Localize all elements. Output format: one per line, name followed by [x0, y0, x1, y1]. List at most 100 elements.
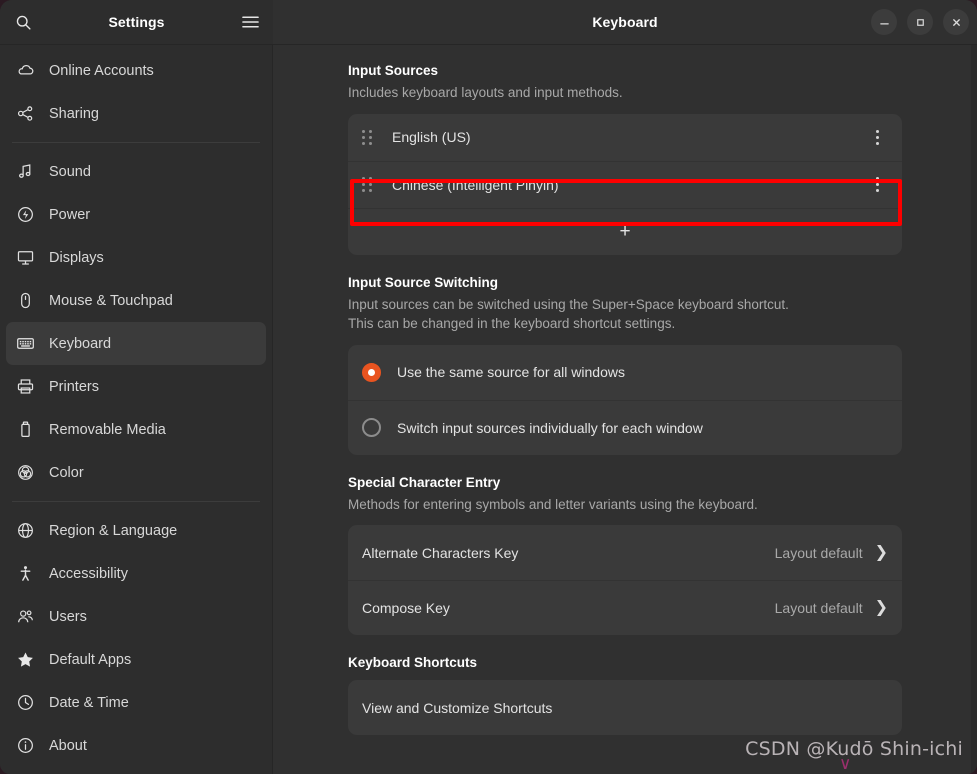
section-title: Special Character Entry [348, 474, 501, 490]
sidebar-item-label: Sharing [49, 105, 99, 122]
sidebar-item-keyboard[interactable]: Keyboard [6, 322, 266, 365]
settings-window: Settings Keyboard Online Accounts Sharin… [0, 0, 977, 774]
section-subtitle: Includes keyboard layouts and input meth… [348, 85, 623, 100]
sidebar-item-label: Displays [49, 249, 104, 266]
keyboard-shortcuts-card: View and Customize Shortcuts [348, 680, 902, 736]
watermark-text: CSDN @Kudō Shin-ichi [745, 738, 963, 760]
power-bolt-icon [16, 205, 35, 224]
input-source-switching-section: Input Source Switching Input sources can… [348, 275, 902, 455]
sidebar-item-displays[interactable]: Displays [6, 236, 266, 279]
row-alternate-characters-key[interactable]: Alternate Characters Key Layout default … [348, 525, 902, 580]
sidebar-item-about[interactable]: About [6, 724, 266, 767]
sidebar-item-sound[interactable]: Sound [6, 150, 266, 193]
share-nodes-icon [16, 104, 35, 123]
option-label: Use the same source for all windows [397, 364, 625, 381]
input-source-row-english[interactable]: English (US) [348, 114, 902, 161]
maximize-button[interactable] [907, 9, 933, 35]
sidebar-separator [12, 501, 260, 502]
window-headerbar: Settings Keyboard [0, 0, 977, 45]
main-headerbar: Keyboard [273, 0, 977, 45]
sidebar-item-label: Mouse & Touchpad [49, 292, 173, 309]
radio-selected-icon[interactable] [362, 362, 381, 382]
sidebar-item-color[interactable]: Color [6, 451, 266, 494]
clock-icon [16, 693, 35, 712]
section-title: Input Sources [348, 63, 439, 78]
window-controls [871, 9, 969, 35]
row-label: Alternate Characters Key [362, 544, 519, 561]
sidebar-item-removable-media[interactable]: Removable Media [6, 408, 266, 451]
sidebar-item-label: Sound [49, 163, 91, 180]
sidebar-item-online-accounts[interactable]: Online Accounts [6, 49, 266, 92]
input-sources-section: Input Sources Includes keyboard layouts … [348, 63, 902, 255]
music-note-icon [16, 162, 35, 181]
scrollbar-track[interactable] [971, 45, 977, 774]
close-button[interactable] [943, 9, 969, 35]
sidebar-headerbar: Settings [0, 0, 273, 45]
radio-unselected-icon[interactable] [362, 418, 381, 438]
section-subtitle: Input sources can be switched using the … [348, 295, 902, 334]
cloud-icon [16, 61, 35, 80]
mouse-icon [16, 291, 35, 310]
drag-handle-icon[interactable] [362, 129, 376, 145]
subtitle-line-2: This can be changed in the keyboard shor… [348, 316, 676, 332]
input-sources-card: English (US) Chinese (Intelligent Pinyin… [348, 113, 902, 255]
chevron-right-icon: ❯ [874, 543, 888, 561]
info-circle-icon [16, 736, 35, 755]
sidebar-separator [12, 142, 260, 143]
keyboard-settings-panel: Input Sources Includes keyboard layouts … [273, 45, 977, 774]
drag-handle-icon[interactable] [362, 177, 376, 193]
sidebar-item-printers[interactable]: Printers [6, 365, 266, 408]
star-icon [16, 650, 35, 669]
add-input-source-button[interactable]: + [348, 207, 902, 255]
row-value: Layout default [774, 544, 863, 561]
watermark-caret-icon: ∨ [839, 754, 852, 773]
more-options-icon[interactable] [866, 122, 888, 152]
sidebar-item-power[interactable]: Power [6, 193, 266, 236]
sidebar-item-label: About [49, 737, 87, 754]
sidebar-item-label: Power [49, 206, 91, 223]
chevron-right-icon: ❯ [874, 599, 888, 617]
hamburger-menu-icon[interactable] [233, 5, 267, 39]
settings-sidebar[interactable]: Online Accounts Sharing Sound Power Disp… [0, 45, 273, 774]
sidebar-item-sharing[interactable]: Sharing [6, 92, 266, 135]
input-source-label: English (US) [392, 129, 471, 146]
option-switch-individually[interactable]: Switch input sources individually for ea… [348, 399, 902, 455]
keyboard-icon [16, 334, 35, 353]
sidebar-item-default-apps[interactable]: Default Apps [6, 638, 266, 681]
sidebar-item-label: Date & Time [49, 694, 129, 711]
search-icon[interactable] [6, 5, 40, 39]
row-view-customize-shortcuts[interactable]: View and Customize Shortcuts [348, 680, 902, 735]
sidebar-item-label: Region & Language [49, 522, 178, 539]
keyboard-shortcuts-section: Keyboard Shortcuts View and Customize Sh… [348, 655, 902, 736]
globe-icon [16, 521, 35, 540]
switching-options-card: Use the same source for all windows Swit… [348, 344, 902, 455]
usb-drive-icon [16, 420, 35, 439]
sidebar-item-users[interactable]: Users [6, 595, 266, 638]
section-subtitle: Methods for entering symbols and letter … [348, 496, 758, 512]
sidebar-item-region-language[interactable]: Region & Language [6, 509, 266, 552]
users-icon [16, 607, 35, 626]
printer-icon [16, 377, 35, 396]
sidebar-item-label: Online Accounts [49, 62, 154, 79]
section-title: Input Source Switching [348, 274, 499, 290]
sidebar-item-date-time[interactable]: Date & Time [6, 681, 266, 724]
option-same-source-all-windows[interactable]: Use the same source for all windows [348, 345, 902, 400]
accessibility-icon [16, 564, 35, 583]
monitor-icon [16, 248, 35, 267]
minimize-button[interactable] [871, 9, 897, 35]
special-character-entry-section: Special Character Entry Methods for ente… [348, 475, 902, 636]
row-compose-key[interactable]: Compose Key Layout default ❯ [348, 580, 902, 635]
sidebar-item-label: Removable Media [49, 421, 166, 438]
special-character-card: Alternate Characters Key Layout default … [348, 525, 902, 636]
input-source-row-chinese[interactable]: Chinese (Intelligent Pinyin) [348, 160, 902, 208]
sidebar-item-accessibility[interactable]: Accessibility [6, 552, 266, 595]
row-label: View and Customize Shortcuts [362, 699, 553, 716]
section-title: Keyboard Shortcuts [348, 655, 478, 671]
input-source-label: Chinese (Intelligent Pinyin) [392, 176, 559, 193]
sidebar-item-label: Keyboard [49, 335, 112, 352]
more-options-icon[interactable] [866, 170, 888, 200]
sidebar-item-label: Default Apps [49, 651, 132, 668]
row-value: Layout default [774, 600, 863, 617]
sidebar-item-mouse-touchpad[interactable]: Mouse & Touchpad [6, 279, 266, 322]
sidebar-item-label: Printers [49, 378, 99, 395]
